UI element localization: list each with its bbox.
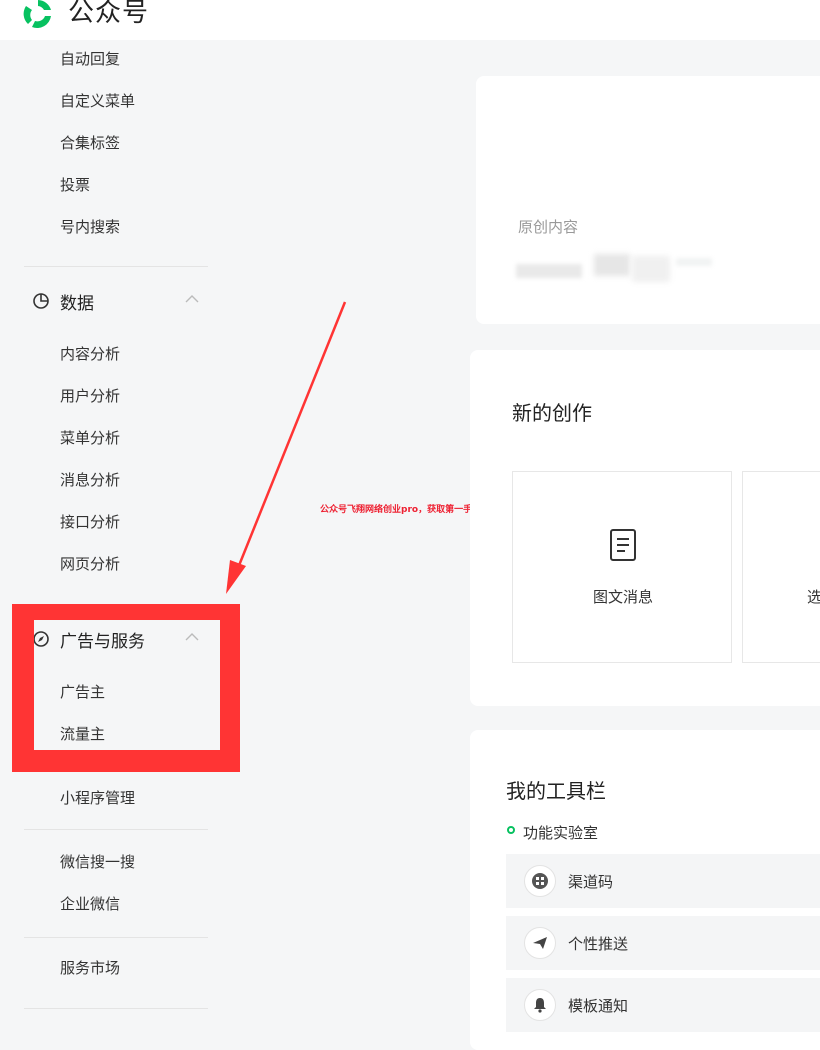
create-article-button[interactable]: 图文消息 (512, 471, 732, 663)
brand-title: 公众号 (68, 0, 150, 28)
sidebar-item-api-analysis[interactable]: 接口分析 (60, 511, 120, 532)
blurred-value (632, 256, 670, 282)
blurred-value (594, 254, 630, 276)
sidebar-item-wechat-search[interactable]: 微信搜一搜 (60, 851, 135, 872)
sidebar-item-service-market[interactable]: 服务市场 (60, 957, 120, 978)
sidebar-section-label: 数据 (60, 294, 94, 314)
sidebar-item-vote[interactable]: 投票 (60, 174, 90, 195)
watermark-text: 公众号飞翔网络创业pro，获取第一手项目 (320, 505, 491, 515)
paper-plane-icon (524, 927, 556, 959)
document-icon (610, 529, 636, 561)
sidebar-item-menu-analysis[interactable]: 菜单分析 (60, 427, 120, 448)
new-creation-title: 新的创作 (512, 401, 592, 425)
create-option-button[interactable]: 选 (742, 471, 820, 663)
blurred-value (676, 258, 712, 266)
wechat-official-logo-icon[interactable] (20, 0, 56, 32)
top-bar: 公众号 (0, 0, 820, 40)
sidebar-divider (24, 937, 208, 938)
account-summary-card (476, 76, 820, 324)
sidebar-divider (24, 1008, 208, 1009)
tool-label: 模板通知 (568, 997, 629, 1015)
sidebar-item-wecom[interactable]: 企业微信 (60, 893, 120, 914)
sidebar-section-data[interactable]: 数据 (32, 289, 202, 314)
sidebar-item-content-analysis[interactable]: 内容分析 (60, 343, 120, 364)
sidebar-item-collection-tags[interactable]: 合集标签 (60, 132, 120, 153)
sidebar-item-webpage-analysis[interactable]: 网页分析 (60, 553, 120, 574)
sidebar-item-message-analysis[interactable]: 消息分析 (60, 469, 120, 490)
sidebar-item-user-analysis[interactable]: 用户分析 (60, 385, 120, 406)
tool-label: 个性推送 (568, 935, 629, 953)
sidebar-item-in-account-search[interactable]: 号内搜索 (60, 216, 120, 237)
tool-item-channel-code[interactable]: 渠道码 (506, 854, 820, 908)
create-option-label: 选 (807, 588, 820, 606)
sidebar-item-auto-reply[interactable]: 自动回复 (60, 48, 120, 69)
blurred-value (516, 264, 582, 278)
my-toolbar-title: 我的工具栏 (506, 779, 606, 803)
tool-label: 渠道码 (568, 873, 614, 891)
status-dot-icon (507, 826, 515, 834)
chevron-up-icon[interactable] (184, 293, 200, 305)
sidebar-item-custom-menu[interactable]: 自定义菜单 (60, 90, 135, 111)
qrcode-icon (524, 865, 556, 897)
original-content-label: 原创内容 (518, 218, 579, 236)
create-option-label: 图文消息 (592, 588, 653, 606)
sidebar-divider (24, 829, 208, 830)
sidebar-item-mini-program[interactable]: 小程序管理 (60, 787, 135, 808)
tool-item-personal-push[interactable]: 个性推送 (506, 916, 820, 970)
feature-lab-label[interactable]: 功能实验室 (523, 822, 598, 843)
sidebar-divider (24, 266, 208, 267)
pie-chart-icon (33, 293, 49, 309)
bell-icon (524, 989, 556, 1021)
annotation-highlight-box (12, 604, 240, 772)
